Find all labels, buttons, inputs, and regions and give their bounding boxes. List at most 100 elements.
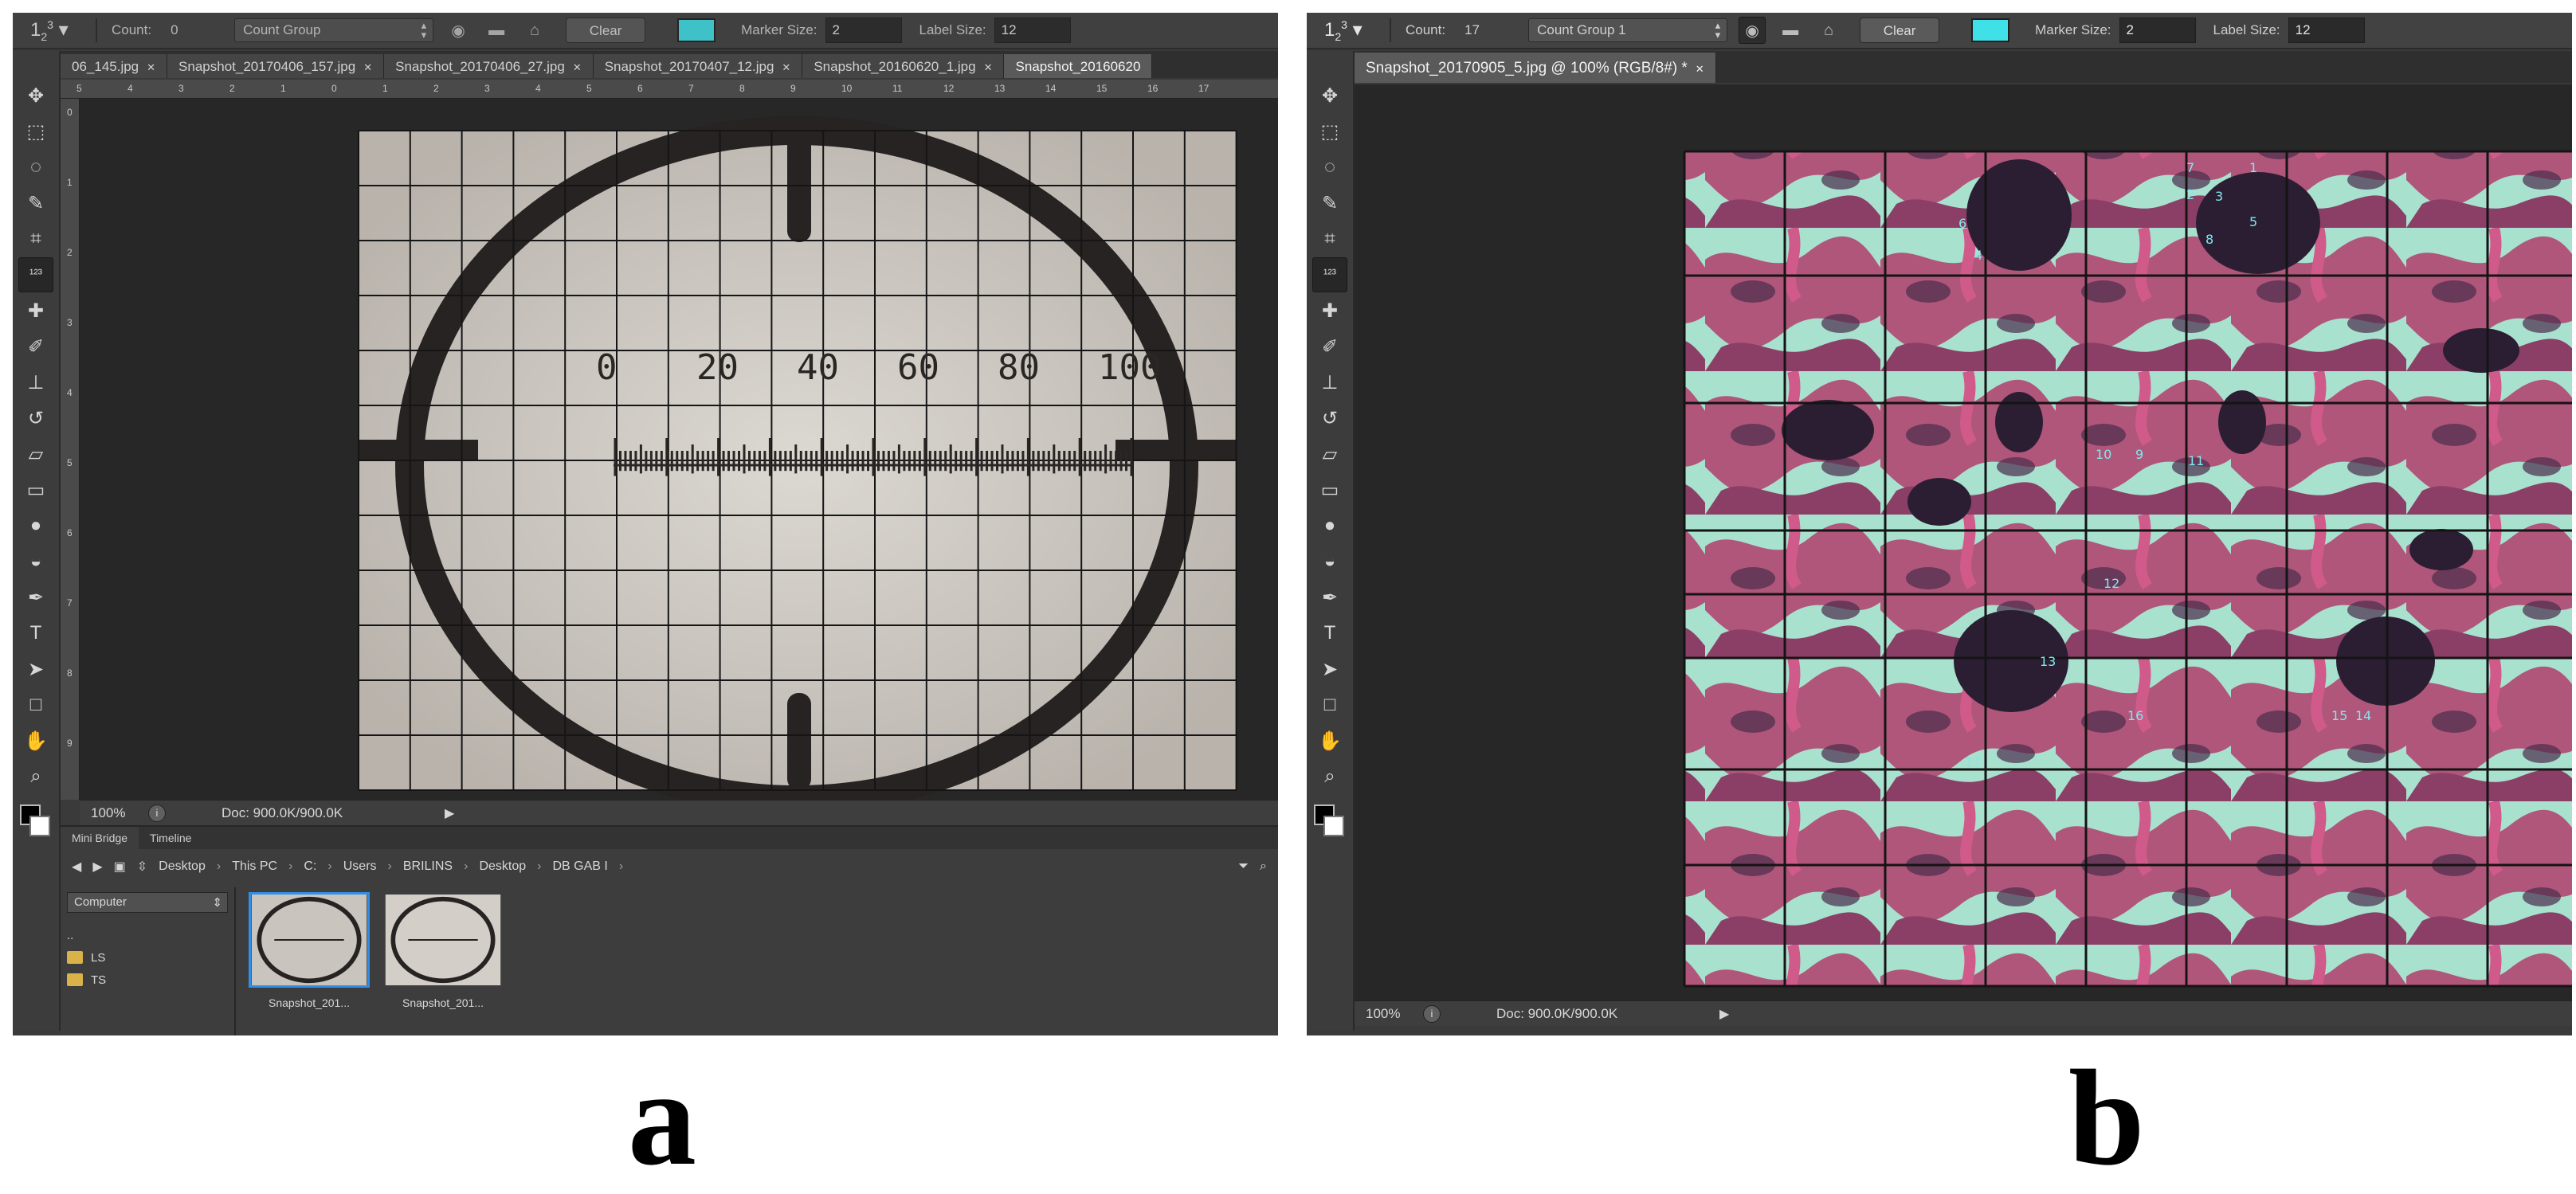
thumbnail[interactable]: Snapshot_201... xyxy=(379,892,507,1009)
spot-heal-icon[interactable]: ✚ xyxy=(1312,293,1347,328)
dodge-icon[interactable]: ◒ xyxy=(18,544,53,579)
tab-document[interactable]: Snapshot_20170407_12.jpg ✕ xyxy=(593,54,803,78)
search-icon[interactable]: ⌕ xyxy=(1260,859,1267,874)
dodge-icon[interactable]: ◒ xyxy=(1312,544,1347,579)
tab-timeline[interactable]: Timeline xyxy=(139,827,202,849)
spot-heal-icon[interactable]: ✚ xyxy=(18,293,53,328)
label-size-field[interactable]: 12 xyxy=(2288,18,2365,43)
canvas-area[interactable]: 1 2 3 4 5 6 7 8 9 10 11 12 13 14 15 16 17 xyxy=(1355,84,2572,1000)
marquee-icon[interactable]: ⬚ xyxy=(18,114,53,149)
marker-color-swatch[interactable] xyxy=(677,18,716,42)
eye-icon[interactable]: ◉ xyxy=(445,17,472,44)
crop-icon[interactable]: ⌗ xyxy=(18,221,53,256)
move-icon[interactable]: ✥ xyxy=(1312,78,1347,113)
count-tool-icon[interactable]: ¹²³ xyxy=(18,257,53,292)
view-icon[interactable]: ▣ xyxy=(114,859,126,875)
pen-icon[interactable]: ✒ xyxy=(1312,580,1347,615)
history-brush-icon[interactable]: ↺ xyxy=(18,401,53,436)
brush-icon[interactable]: ✐ xyxy=(1312,329,1347,364)
tab-document[interactable]: Snapshot_20160620_1.jpg ✕ xyxy=(802,54,1005,78)
eraser-icon[interactable]: ▱ xyxy=(1312,436,1347,472)
tab-mini-bridge[interactable]: Mini Bridge xyxy=(61,827,139,849)
path-select-icon[interactable]: ➤ xyxy=(1312,652,1347,687)
thumbnail[interactable]: Snapshot_201... xyxy=(245,892,373,1009)
close-icon[interactable]: ✕ xyxy=(984,61,993,73)
count-tool-icon[interactable]: 123 ▾ xyxy=(30,18,86,43)
tab-document[interactable]: 06_145.jpg ✕ xyxy=(61,54,168,78)
close-icon[interactable]: ✕ xyxy=(1696,63,1704,75)
count-tool-icon[interactable]: ¹²³ xyxy=(1312,257,1347,292)
zoom-icon[interactable]: ⌕ xyxy=(18,759,53,794)
marker-size-field[interactable]: 2 xyxy=(2119,18,2196,43)
clear-button[interactable]: Clear xyxy=(566,18,646,43)
type-icon[interactable]: T xyxy=(18,616,53,651)
marker-size-field[interactable]: 2 xyxy=(825,18,902,43)
close-icon[interactable]: ✕ xyxy=(363,61,372,73)
breadcrumb-item[interactable]: Desktop xyxy=(159,859,206,874)
lasso-icon[interactable]: ◌ xyxy=(1312,150,1347,185)
sort-icon[interactable]: ⇳ xyxy=(137,859,147,875)
count-group-select[interactable]: Count Group 1 ▴ ▾ xyxy=(1528,18,1728,42)
quick-select-icon[interactable]: ✎ xyxy=(1312,186,1347,221)
eye-icon[interactable]: ◉ xyxy=(1739,17,1766,44)
tab-document[interactable]: Snapshot_20170406_157.jpg ✕ xyxy=(167,54,385,78)
label-size-field[interactable]: 12 xyxy=(994,18,1071,43)
back-icon[interactable]: ◀ xyxy=(72,859,81,875)
rectangle-icon[interactable]: □ xyxy=(1312,687,1347,722)
hand-icon[interactable]: ✋ xyxy=(18,723,53,758)
canvas-area[interactable]: 0 20 40 60 80 100 xyxy=(80,99,1278,800)
zoom-icon[interactable]: ⌕ xyxy=(1312,759,1347,794)
trash-icon[interactable]: ⌂ xyxy=(1815,17,1842,44)
lasso-icon[interactable]: ◌ xyxy=(18,150,53,185)
history-brush-icon[interactable]: ↺ xyxy=(1312,401,1347,436)
type-icon[interactable]: T xyxy=(1312,616,1347,651)
breadcrumb-item[interactable]: BRILINS xyxy=(403,859,453,874)
folder-item[interactable]: TS xyxy=(67,969,228,991)
play-arrow-icon[interactable]: ▶ xyxy=(445,805,454,821)
info-icon[interactable]: i xyxy=(148,804,166,822)
close-icon[interactable]: ✕ xyxy=(573,61,582,73)
close-icon[interactable]: ✕ xyxy=(147,61,155,73)
play-arrow-icon[interactable]: ▶ xyxy=(1719,1006,1729,1022)
gradient-icon[interactable]: ▭ xyxy=(18,472,53,507)
count-group-select[interactable]: Count Group ▴ ▾ xyxy=(234,18,434,42)
pen-icon[interactable]: ✒ xyxy=(18,580,53,615)
close-icon[interactable]: ✕ xyxy=(782,61,790,73)
filter-icon[interactable]: ⏷ xyxy=(1238,859,1249,874)
breadcrumb-item[interactable]: Desktop xyxy=(479,859,526,874)
stamp-icon[interactable]: ⊥ xyxy=(1312,365,1347,400)
hand-icon[interactable]: ✋ xyxy=(1312,723,1347,758)
background-color[interactable] xyxy=(29,816,50,836)
breadcrumb-item[interactable]: Users xyxy=(343,859,377,874)
trash-icon[interactable]: ⌂ xyxy=(521,17,548,44)
crop-icon[interactable]: ⌗ xyxy=(1312,221,1347,256)
breadcrumb-item[interactable]: This PC xyxy=(232,859,277,874)
breadcrumb-item[interactable]: DB GAB I xyxy=(552,859,607,874)
move-icon[interactable]: ✥ xyxy=(18,78,53,113)
folder-icon[interactable]: ▬ xyxy=(1777,17,1804,44)
forward-icon[interactable]: ▶ xyxy=(92,859,102,875)
eraser-icon[interactable]: ▱ xyxy=(18,436,53,472)
clear-button[interactable]: Clear xyxy=(1860,18,1940,43)
tab-document-active[interactable]: Snapshot_20170905_5.jpg @ 100% (RGB/8#) … xyxy=(1355,53,1716,83)
count-tool-icon[interactable]: 123 ▾ xyxy=(1324,18,1380,43)
rectangle-icon[interactable]: □ xyxy=(18,687,53,722)
folder-icon[interactable]: ▬ xyxy=(483,17,510,44)
quick-select-icon[interactable]: ✎ xyxy=(18,186,53,221)
gradient-icon[interactable]: ▭ xyxy=(1312,472,1347,507)
color-swatches[interactable] xyxy=(18,804,53,844)
marker-color-swatch[interactable] xyxy=(1971,18,2010,42)
folder-item[interactable]: LS xyxy=(67,946,228,969)
location-select[interactable]: Computer ⇕ xyxy=(67,892,228,913)
blur-icon[interactable]: ● xyxy=(18,508,53,543)
tab-document-active[interactable]: Snapshot_20160620 xyxy=(1004,54,1153,78)
breadcrumb-item[interactable]: C: xyxy=(304,859,316,874)
info-icon[interactable]: i xyxy=(1423,1004,1441,1023)
blur-icon[interactable]: ● xyxy=(1312,508,1347,543)
zoom-level[interactable]: 100% xyxy=(80,805,148,821)
zoom-level[interactable]: 100% xyxy=(1355,1006,1423,1022)
stamp-icon[interactable]: ⊥ xyxy=(18,365,53,400)
background-color[interactable] xyxy=(1323,816,1344,836)
brush-icon[interactable]: ✐ xyxy=(18,329,53,364)
tab-document[interactable]: Snapshot_20170406_27.jpg ✕ xyxy=(384,54,594,78)
